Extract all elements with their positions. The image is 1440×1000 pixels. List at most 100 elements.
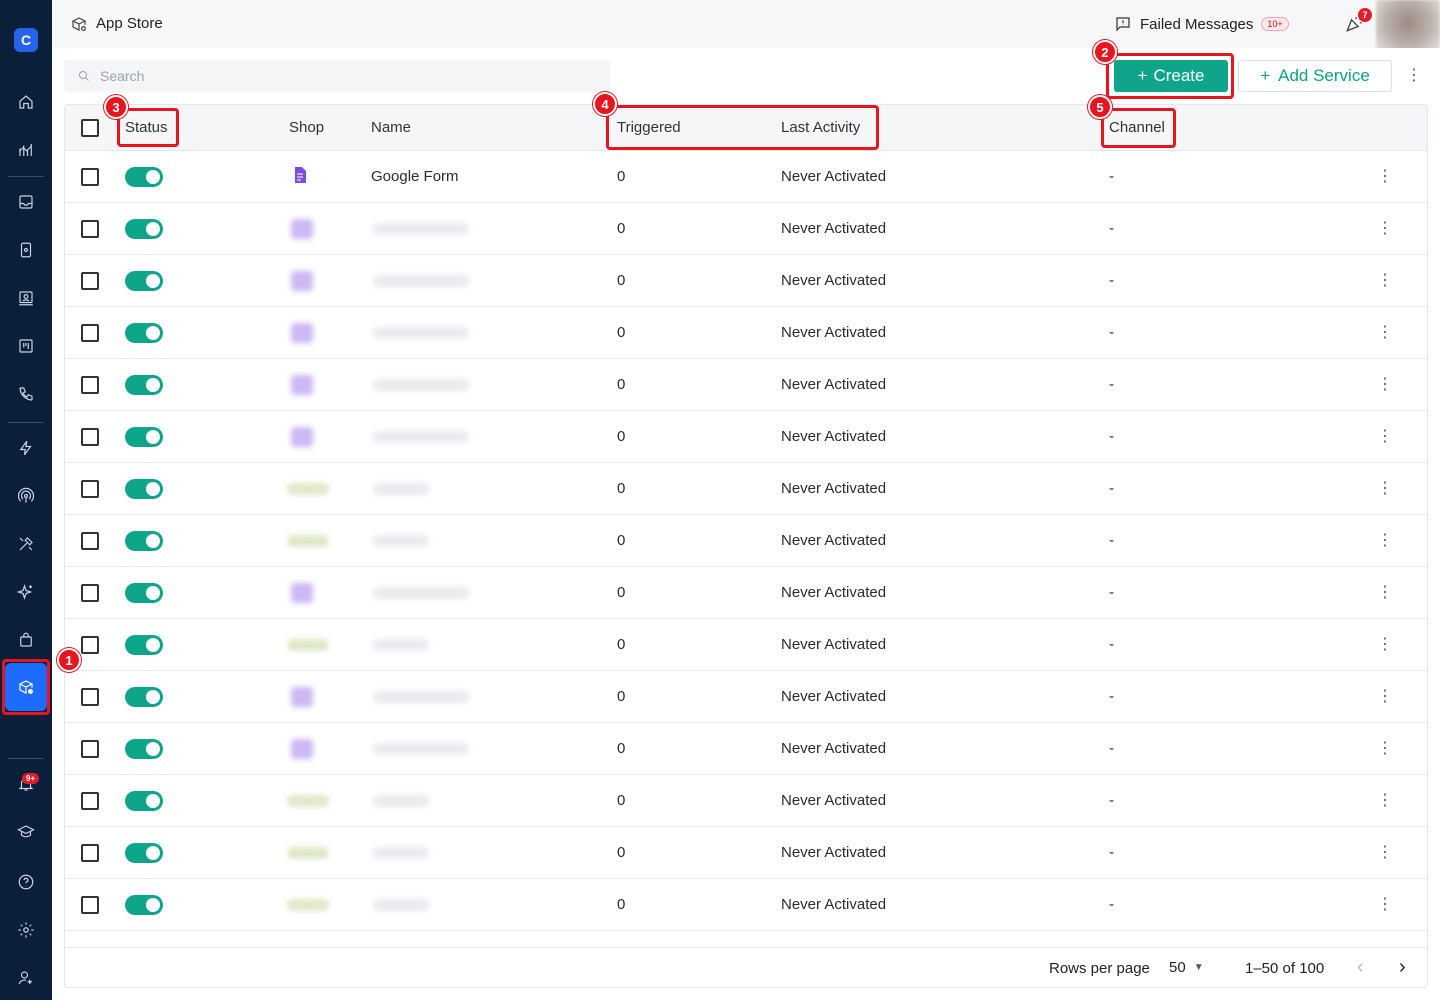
lightning-icon[interactable]	[14, 436, 38, 460]
row-checkbox[interactable]	[81, 792, 99, 810]
table-row[interactable]: 0 Never Activated - ⋮	[65, 255, 1427, 307]
brand-logo[interactable]: C	[14, 28, 38, 52]
status-toggle[interactable]	[125, 167, 163, 187]
failed-messages-link[interactable]: Failed Messages 10+	[1114, 15, 1289, 33]
row-checkbox[interactable]	[81, 272, 99, 290]
row-checkbox[interactable]	[81, 740, 99, 758]
row-checkbox[interactable]	[81, 168, 99, 186]
phone-icon[interactable]	[14, 382, 38, 406]
row-more-icon[interactable]: ⋮	[1375, 529, 1395, 553]
row-more-icon[interactable]: ⋮	[1375, 373, 1395, 397]
row-more-icon[interactable]: ⋮	[1375, 893, 1395, 917]
status-toggle[interactable]	[125, 687, 163, 707]
user-settings-icon[interactable]	[14, 966, 38, 990]
row-checkbox[interactable]	[81, 376, 99, 394]
row-more-icon[interactable]: ⋮	[1375, 685, 1395, 709]
row-triggered: 0	[617, 168, 626, 185]
contacts-icon[interactable]	[14, 286, 38, 310]
device-icon[interactable]	[14, 238, 38, 262]
row-checkbox[interactable]	[81, 636, 99, 654]
select-all-checkbox[interactable]	[81, 119, 99, 137]
gear-icon[interactable]	[14, 918, 38, 942]
row-checkbox[interactable]	[81, 532, 99, 550]
status-toggle[interactable]	[125, 427, 163, 447]
broadcast-icon[interactable]	[14, 484, 38, 508]
row-checkbox[interactable]	[81, 688, 99, 706]
sparkle-icon[interactable]	[14, 580, 38, 604]
table-row[interactable]: 0 Never Activated - ⋮	[65, 619, 1427, 671]
row-checkbox[interactable]	[81, 428, 99, 446]
row-more-icon[interactable]: ⋮	[1375, 841, 1395, 865]
row-channel: -	[1109, 220, 1114, 237]
shopping-bag-icon[interactable]	[14, 628, 38, 652]
status-toggle[interactable]	[125, 843, 163, 863]
row-last-activity: Never Activated	[781, 220, 887, 237]
table-row[interactable]: 0 Never Activated - ⋮	[65, 515, 1427, 567]
table-row[interactable]: 0 Never Activated - ⋮	[65, 359, 1427, 411]
table-row[interactable]: 0 Never Activated - ⋮	[65, 203, 1427, 255]
row-more-icon[interactable]: ⋮	[1375, 633, 1395, 657]
analytics-icon[interactable]	[14, 138, 38, 162]
row-name[interactable]: Google Form	[371, 168, 459, 185]
table-row[interactable]: Google Form 0 Never Activated - ⋮	[65, 151, 1427, 203]
status-toggle[interactable]	[125, 271, 163, 291]
status-toggle[interactable]	[125, 791, 163, 811]
row-checkbox[interactable]	[81, 480, 99, 498]
row-more-icon[interactable]: ⋮	[1375, 425, 1395, 449]
chevron-left-icon[interactable]: ‹	[1357, 956, 1364, 979]
status-toggle[interactable]	[125, 375, 163, 395]
status-toggle[interactable]	[125, 479, 163, 499]
column-name[interactable]: Name	[371, 119, 411, 136]
table-row[interactable]: 0 Never Activated - ⋮	[65, 671, 1427, 723]
status-toggle[interactable]	[125, 531, 163, 551]
inbox-icon[interactable]	[14, 190, 38, 214]
row-more-icon[interactable]: ⋮	[1375, 217, 1395, 241]
column-shop[interactable]: Shop	[289, 119, 324, 136]
row-more-icon[interactable]: ⋮	[1375, 269, 1395, 293]
tools-icon[interactable]	[14, 532, 38, 556]
row-checkbox[interactable]	[81, 844, 99, 862]
status-toggle[interactable]	[125, 219, 163, 239]
shop-logo-blurred	[287, 483, 329, 495]
status-toggle[interactable]	[125, 323, 163, 343]
status-toggle[interactable]	[125, 635, 163, 655]
row-more-icon[interactable]: ⋮	[1375, 321, 1395, 345]
home-icon[interactable]	[14, 90, 38, 114]
annotation-number-4: 4	[593, 92, 617, 116]
avatar[interactable]	[1376, 0, 1440, 50]
help-icon[interactable]	[14, 870, 38, 894]
row-more-icon[interactable]: ⋮	[1375, 165, 1395, 189]
row-checkbox[interactable]	[81, 896, 99, 914]
row-channel: -	[1109, 480, 1114, 497]
row-checkbox[interactable]	[81, 220, 99, 238]
status-toggle[interactable]	[125, 739, 163, 759]
table-row[interactable]: 0 Never Activated - ⋮	[65, 879, 1427, 931]
table-row[interactable]: 0 Never Activated - ⋮	[65, 723, 1427, 775]
row-last-activity: Never Activated	[781, 428, 887, 445]
status-toggle[interactable]	[125, 583, 163, 603]
table-row[interactable]: 0 Never Activated - ⋮	[65, 827, 1427, 879]
board-icon[interactable]	[14, 334, 38, 358]
table-row[interactable]: 0 Never Activated - ⋮	[65, 411, 1427, 463]
table-row[interactable]: 0 Never Activated - ⋮	[65, 463, 1427, 515]
rows-per-page-select[interactable]: 50 ▼	[1169, 959, 1204, 976]
table-row[interactable]: 0 Never Activated - ⋮	[65, 775, 1427, 827]
row-name-blurred	[373, 483, 429, 495]
row-more-icon[interactable]: ⋮	[1375, 789, 1395, 813]
row-checkbox[interactable]	[81, 324, 99, 342]
search-input[interactable]: Search	[64, 60, 610, 92]
row-triggered: 0	[617, 688, 626, 705]
table-row[interactable]: 0 Never Activated - ⋮	[65, 567, 1427, 619]
more-options-icon[interactable]: ⋮	[1404, 66, 1424, 86]
add-service-button[interactable]: + Add Service	[1238, 60, 1392, 92]
row-more-icon[interactable]: ⋮	[1375, 581, 1395, 605]
row-more-icon[interactable]: ⋮	[1375, 477, 1395, 501]
graduation-icon[interactable]	[14, 820, 38, 844]
row-more-icon[interactable]: ⋮	[1375, 737, 1395, 761]
status-toggle[interactable]	[125, 895, 163, 915]
table-row[interactable]: 0 Never Activated - ⋮	[65, 307, 1427, 359]
shop-logo-blurred	[291, 583, 313, 603]
row-checkbox[interactable]	[81, 584, 99, 602]
annotation-number-5: 5	[1088, 95, 1112, 119]
chevron-right-icon[interactable]: ›	[1399, 956, 1406, 979]
